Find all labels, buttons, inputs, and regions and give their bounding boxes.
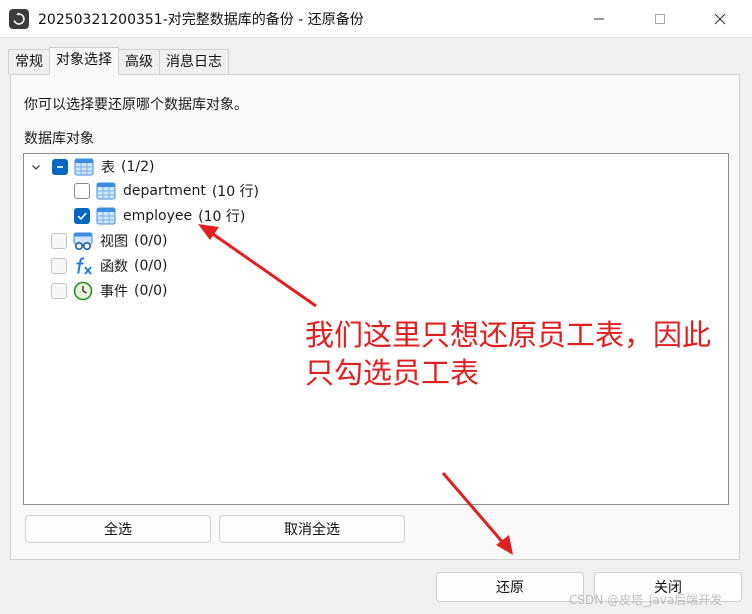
tables-count: (1/2) — [121, 159, 155, 175]
department-checkbox[interactable] — [74, 183, 90, 199]
tab-general[interactable]: 常规 — [8, 49, 50, 75]
tab-object-selection[interactable]: 对象选择 — [49, 47, 119, 75]
employee-label: employee — [123, 208, 193, 224]
view-icon — [73, 231, 93, 251]
views-checkbox[interactable] — [51, 233, 67, 249]
deselect-all-button[interactable]: 取消全选 — [219, 515, 405, 543]
tree-node-employee[interactable]: employee (10 行) — [74, 205, 245, 227]
chevron-down-icon[interactable] — [29, 160, 43, 174]
tree-node-tables[interactable]: 表 (1/2) — [29, 156, 154, 178]
events-count: (0/0) — [134, 283, 168, 299]
tab-bar: 常规 对象选择 高级 消息日志 — [8, 47, 229, 75]
views-count: (0/0) — [134, 233, 168, 249]
department-label: department — [123, 183, 206, 199]
restore-button[interactable]: 还原 — [436, 572, 584, 602]
title-bar: 20250321200351-对完整数据库的备份 - 还原备份 — [0, 0, 752, 38]
panel-description: 你可以选择要还原哪个数据库对象。 — [24, 97, 248, 113]
views-label: 视图 — [100, 234, 128, 250]
department-count: (10 行) — [211, 184, 260, 200]
employee-checkbox[interactable] — [74, 208, 90, 224]
tables-checkbox[interactable] — [52, 159, 68, 175]
tab-message-log[interactable]: 消息日志 — [159, 49, 229, 75]
event-clock-icon — [73, 281, 93, 301]
window-title: 20250321200351-对完整数据库的备份 - 还原备份 — [38, 12, 364, 28]
watermark: CSDN @皮塔_java后端开发 — [569, 593, 723, 607]
tree-node-views[interactable]: 视图 (0/0) — [51, 230, 167, 252]
employee-count: (10 行) — [198, 209, 246, 225]
functions-label: 函数 — [100, 259, 128, 275]
minimize-button[interactable] — [586, 6, 612, 32]
table-icon — [96, 206, 116, 226]
table-icon — [96, 181, 116, 201]
events-checkbox[interactable] — [51, 283, 67, 299]
database-objects-label: 数据库对象 — [24, 131, 94, 147]
tree-node-department[interactable]: department (10 行) — [74, 180, 259, 202]
select-all-button[interactable]: 全选 — [25, 515, 211, 543]
function-icon — [73, 256, 93, 276]
tab-advanced[interactable]: 高级 — [118, 49, 160, 75]
tree-node-functions[interactable]: 函数 (0/0) — [51, 255, 167, 277]
tree-node-events[interactable]: 事件 (0/0) — [51, 280, 167, 302]
app-restore-icon — [9, 9, 29, 29]
functions-count: (0/0) — [134, 258, 168, 274]
functions-checkbox[interactable] — [51, 258, 67, 274]
annotation-text: 我们这里只想还原员工表，因此只勾选员工表 — [305, 318, 712, 390]
maximize-button[interactable] — [647, 6, 673, 32]
close-window-button[interactable] — [707, 6, 733, 32]
events-label: 事件 — [100, 284, 128, 300]
table-icon — [74, 157, 94, 177]
tables-label: 表 — [101, 160, 115, 176]
